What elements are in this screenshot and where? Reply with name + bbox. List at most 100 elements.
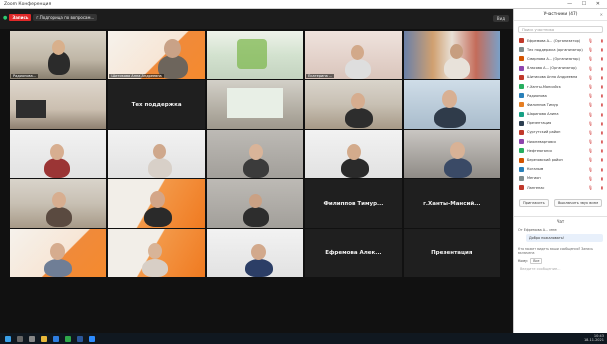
window-controls[interactable]: — ☐ ✕: [567, 1, 604, 7]
view-button[interactable]: Вид: [492, 15, 509, 22]
participant-row[interactable]: Березовский район 🎙 ▮: [514, 155, 607, 164]
camera-icon: ▮: [600, 175, 603, 181]
participant-row[interactable]: Власова А... (Организатор) 🎙 ▮: [514, 64, 607, 73]
invite-button[interactable]: Пригласить: [519, 199, 549, 208]
tile-label: Шитикова Анна Андреевна: [109, 74, 164, 79]
recording-badge[interactable]: Запись: [9, 14, 32, 21]
video-tile[interactable]: Шитикова Анна Андреевна: [108, 31, 205, 80]
video-tile[interactable]: [10, 228, 107, 278]
video-tile[interactable]: [10, 80, 107, 129]
video-tile[interactable]: Радионова...: [10, 31, 107, 80]
participant-avatar: [519, 157, 524, 163]
microphone-muted-icon: 🎙: [587, 120, 593, 126]
task-view-icon[interactable]: [29, 335, 35, 342]
participant-name: Ефремова А... (Организатор): [527, 38, 581, 43]
participant-name: Сургутский район: [527, 130, 561, 135]
video-tile[interactable]: [403, 31, 500, 80]
participant-row[interactable]: Тех поддержка (организатор) 🎙 ▮: [514, 45, 607, 54]
info-icon[interactable]: ●: [3, 15, 7, 21]
tile-center-name: г.Ханты-Мансий...: [423, 200, 481, 207]
participant-avatar: [519, 175, 524, 181]
tile-center-name: Тех поддержка: [131, 101, 182, 108]
participant-row[interactable]: Сургутский район 🎙 ▮: [514, 128, 607, 137]
search-icon[interactable]: [17, 335, 23, 342]
participant-list: Ефремова А... (Организатор) 🎙 ▮ Тех поддерж…: [514, 36, 607, 192]
participant-row[interactable]: Радионова 🎙 ▮: [514, 91, 607, 100]
participant-row[interactable]: Нефтеюганск 🎙 ▮: [514, 146, 607, 155]
microphone-muted-icon: 🎙: [587, 93, 593, 99]
participant-name: Нефтеюганск: [527, 148, 553, 153]
video-tile[interactable]: [305, 129, 402, 179]
chrome-icon[interactable]: [65, 335, 71, 342]
window-title: Zoom Конференция: [4, 1, 52, 7]
video-tile[interactable]: Екатерина ...: [305, 31, 402, 80]
panel-header: Участники (47) ✕: [514, 9, 607, 21]
clock-date: 18.11.2021: [583, 337, 604, 342]
camera-icon: ▮: [600, 93, 603, 99]
video-tile[interactable]: Ефремова Алек...: [305, 228, 402, 278]
participant-avatar: [519, 166, 524, 172]
window-titlebar: Zoom Конференция — ☐ ✕: [0, 0, 607, 9]
video-tile[interactable]: [10, 129, 107, 179]
participant-row[interactable]: Когалым 🎙 ▮: [514, 165, 607, 174]
word-icon[interactable]: [77, 335, 83, 342]
chat-title: Чат: [514, 216, 607, 225]
participant-row[interactable]: Шарипова Алина 🎙 ▮: [514, 110, 607, 119]
camera-icon: ▮: [600, 120, 603, 126]
chat-sender: От Ефремова А... мне:: [518, 228, 558, 233]
camera-icon: ▮: [600, 74, 603, 80]
tile-center-name: Ефремова Алек...: [325, 250, 382, 257]
microphone-muted-icon: 🎙: [587, 56, 593, 62]
video-tile[interactable]: [206, 80, 304, 129]
video-tile[interactable]: [206, 179, 304, 228]
video-tile[interactable]: [403, 129, 500, 179]
video-tile[interactable]: [206, 31, 304, 80]
zoom-icon[interactable]: [89, 335, 95, 342]
panel-title: Участники (47): [543, 12, 578, 17]
video-tile[interactable]: г.Ханты-Мансий...: [403, 179, 500, 228]
participant-row[interactable]: г.Ханты-Мансийск 🎙 ▮: [514, 82, 607, 91]
participant-row[interactable]: Презентация 🎙 ▮: [514, 119, 607, 128]
participant-row[interactable]: Мегион 🎙 ▮: [514, 174, 607, 183]
participant-avatar: [519, 47, 524, 53]
participant-name: Презентация: [527, 121, 552, 126]
microphone-muted-icon: 🎙: [587, 74, 593, 80]
video-tile[interactable]: [10, 179, 107, 228]
participant-row[interactable]: Шитикова Анна Андреевна 🎙 ▮: [514, 73, 607, 82]
chat-input[interactable]: Введите сообщение...: [518, 267, 603, 276]
participant-row[interactable]: Смирнова А... (Организатор) 🎙 ▮: [514, 54, 607, 63]
chat-to-select[interactable]: Все: [530, 258, 543, 265]
participant-row[interactable]: Филиппов Тимур 🎙 ▮: [514, 100, 607, 109]
video-tile[interactable]: [403, 80, 500, 129]
video-tile[interactable]: Тех поддержка: [108, 80, 205, 129]
microphone-muted-icon: 🎙: [587, 175, 593, 181]
camera-icon: ▮: [600, 185, 603, 190]
windows-start-icon[interactable]: [5, 335, 11, 342]
microphone-muted-icon: 🎙: [587, 148, 593, 154]
microphone-muted-icon: 🎙: [587, 157, 593, 163]
search-input[interactable]: Поиск участника: [518, 26, 603, 33]
video-tile[interactable]: [305, 80, 402, 129]
microphone-muted-icon: 🎙: [587, 185, 593, 190]
close-icon[interactable]: ✕: [600, 12, 603, 17]
participant-row[interactable]: Нижневартовск 🎙 ▮: [514, 137, 607, 146]
video-tile[interactable]: Филиппов Тимур...: [305, 179, 402, 228]
video-tile[interactable]: [108, 129, 205, 179]
video-tile[interactable]: [108, 228, 205, 278]
participant-avatar: [519, 129, 524, 135]
chat-recipient: Кому: Все: [518, 258, 603, 265]
participant-name: Лангепас: [527, 185, 545, 190]
meeting-name[interactable]: г.Подгорица по вопросам...: [33, 14, 98, 21]
video-tile[interactable]: [206, 228, 304, 278]
video-tile[interactable]: [206, 129, 304, 179]
participant-avatar: [519, 185, 524, 191]
participant-row[interactable]: Ефремова А... (Организатор) 🎙 ▮: [514, 36, 607, 45]
participant-row[interactable]: Лангепас 🎙 ▮: [514, 183, 607, 192]
folder-icon[interactable]: [41, 335, 47, 342]
camera-icon: ▮: [600, 65, 603, 71]
video-tile[interactable]: [108, 179, 205, 228]
video-tile[interactable]: Презентация: [403, 228, 500, 278]
participant-name: Власова А... (Организатор): [527, 66, 577, 71]
mute-all-button[interactable]: Выключить звук всем: [553, 199, 602, 208]
browser-icon[interactable]: [53, 335, 59, 342]
